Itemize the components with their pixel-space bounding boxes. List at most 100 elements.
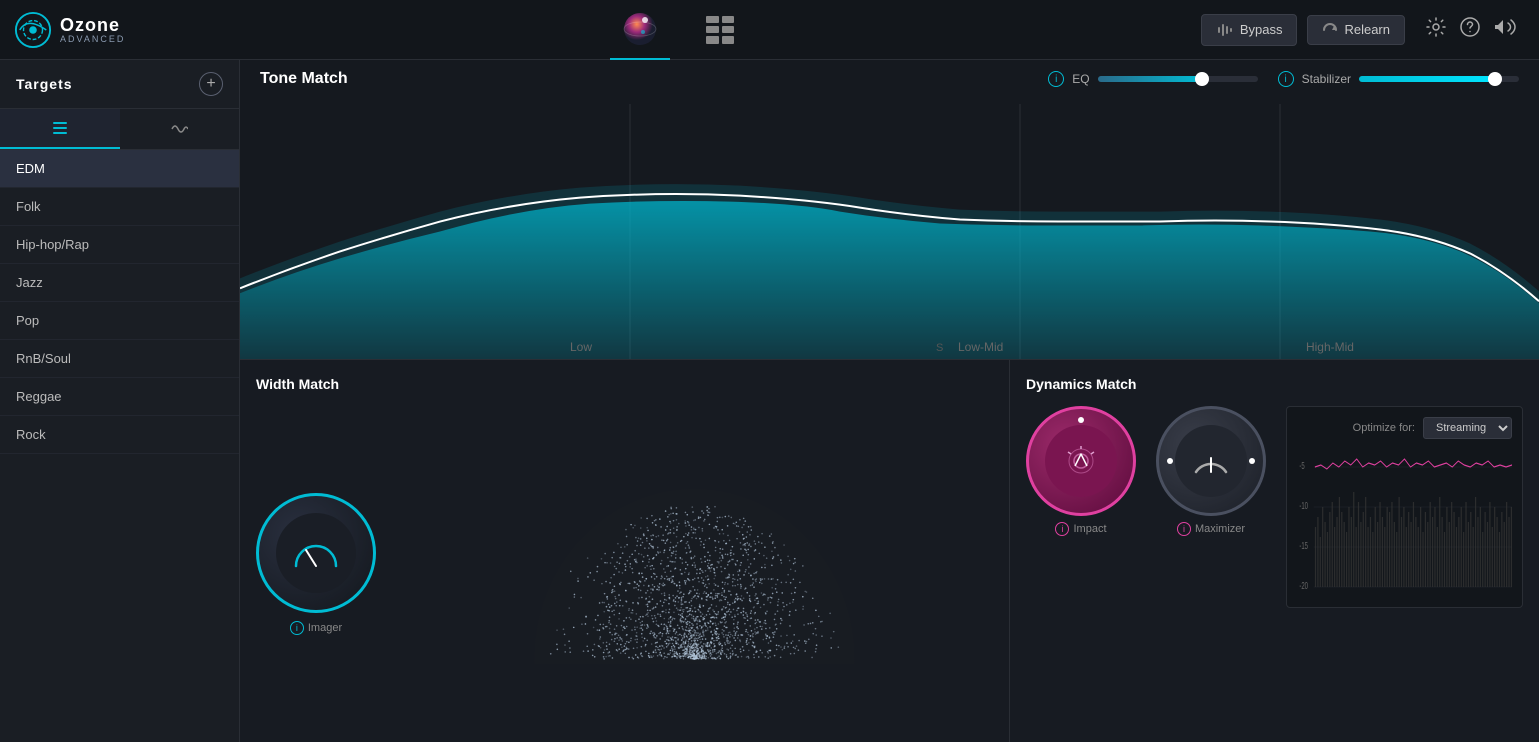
imager-info-icon[interactable]: i	[290, 621, 304, 635]
width-match-title: Width Match	[256, 376, 993, 392]
eq-control-group: i EQ	[1048, 71, 1257, 87]
tone-match-controls: i EQ i Stabilizer	[1048, 71, 1519, 87]
sidebar-item-pop[interactable]: Pop	[0, 302, 239, 340]
eq-canvas: Low S Low-Mid High-Mid High	[240, 104, 1539, 359]
sidebar-tabs	[0, 109, 239, 150]
impact-knob[interactable]	[1026, 406, 1136, 516]
svg-text:-20: -20	[1299, 581, 1308, 592]
maximizer-info-icon[interactable]: i	[1177, 522, 1191, 536]
dynamics-match-title: Dynamics Match	[1026, 376, 1523, 392]
bypass-icon	[1216, 21, 1234, 39]
sphere-icon	[617, 6, 663, 52]
sidebar-header: Targets +	[0, 60, 239, 109]
header: Ozone ADVANCED	[0, 0, 1539, 60]
add-target-button[interactable]: +	[199, 72, 223, 96]
bypass-label: Bypass	[1240, 22, 1283, 37]
impact-knob-inner	[1045, 425, 1117, 497]
grid-icon	[706, 16, 734, 44]
stabilizer-slider[interactable]	[1359, 76, 1519, 82]
relearn-button[interactable]: Relearn	[1307, 15, 1405, 45]
maximizer-knob[interactable]	[1156, 406, 1266, 516]
content-area: Tone Match i EQ i Stabilizer	[240, 60, 1539, 742]
sidebar-list: EDM Folk Hip-hop/Rap Jazz Pop RnB/Soul R…	[0, 150, 239, 742]
logo-text: Ozone ADVANCED	[60, 16, 125, 44]
eq-info-icon[interactable]: i	[1048, 71, 1064, 87]
impact-label: i Impact	[1055, 522, 1106, 536]
dynamics-match-panel: Dynamics Match	[1010, 360, 1539, 742]
eq-curve-svg: Low S Low-Mid High-Mid High	[240, 104, 1539, 359]
meter-content: -5 -10 -15 -20	[1297, 447, 1512, 597]
help-icon[interactable]	[1459, 16, 1481, 44]
imager-knob[interactable]	[256, 493, 376, 613]
stabilizer-control-group: i Stabilizer	[1278, 71, 1519, 87]
dynamics-knobs: i Impact	[1026, 406, 1266, 536]
width-knob-area: i Imager	[256, 493, 376, 635]
main-layout: Targets + EDM Folk	[0, 60, 1539, 742]
stereo-viz-svg	[396, 464, 993, 664]
tone-match-title: Tone Match	[260, 70, 348, 88]
optimize-label: Optimize for:	[1353, 422, 1415, 434]
loudness-meter: Optimize for: Streaming -5 -10 -15	[1286, 406, 1523, 608]
maximizer-indicator-right	[1249, 458, 1255, 464]
ozone-logo-icon	[14, 11, 52, 49]
waveform-tab-icon	[170, 120, 188, 138]
tone-match-section: Tone Match i EQ i Stabilizer	[240, 60, 1539, 360]
audio-icon[interactable]	[1493, 16, 1519, 44]
svg-text:S: S	[936, 342, 943, 354]
maximizer-indicator-left	[1167, 458, 1173, 464]
sidebar: Targets + EDM Folk	[0, 60, 240, 742]
dynamics-section-content: i Impact	[1026, 406, 1523, 726]
master-view-btn[interactable]	[610, 0, 670, 60]
svg-text:-10: -10	[1299, 501, 1308, 512]
tone-match-header: Tone Match i EQ i Stabilizer	[240, 60, 1539, 98]
list-icon	[51, 119, 69, 137]
sidebar-item-rnbsoul[interactable]: RnB/Soul	[0, 340, 239, 378]
width-match-content: i Imager	[256, 402, 993, 726]
logo-area: Ozone ADVANCED	[0, 11, 160, 49]
optimize-select[interactable]: Streaming	[1423, 417, 1512, 439]
impact-knob-group: i Impact	[1026, 406, 1136, 536]
width-match-panel: Width Match	[240, 360, 1010, 742]
modules-view-btn[interactable]	[690, 0, 750, 60]
app-name: Ozone	[60, 16, 125, 34]
relearn-label: Relearn	[1344, 22, 1390, 37]
impact-info-icon[interactable]: i	[1055, 522, 1069, 536]
gauge-icon	[291, 538, 341, 568]
impact-knob-icon	[1061, 444, 1101, 478]
sidebar-title: Targets	[16, 76, 73, 92]
imager-label: i Imager	[290, 621, 342, 635]
maximizer-label: i Maximizer	[1177, 522, 1245, 536]
header-action-icons	[1425, 16, 1519, 44]
optimize-header: Optimize for: Streaming	[1297, 417, 1512, 439]
bottom-panels: Width Match	[240, 360, 1539, 742]
relearn-icon	[1322, 22, 1338, 38]
stereo-visualizer	[396, 464, 993, 664]
maximizer-knob-icon	[1191, 444, 1231, 478]
imager-knob-inner	[276, 513, 356, 593]
maximizer-knob-inner	[1175, 425, 1247, 497]
svg-text:-15: -15	[1299, 541, 1308, 552]
svg-text:Low: Low	[570, 340, 592, 354]
bypass-button[interactable]: Bypass	[1201, 14, 1298, 46]
header-right: Bypass Relearn	[1201, 14, 1539, 46]
sidebar-item-hiphop[interactable]: Hip-hop/Rap	[0, 226, 239, 264]
sidebar-item-edm[interactable]: EDM	[0, 150, 239, 188]
svg-text:Low-Mid: Low-Mid	[958, 340, 1003, 354]
tab-waveform[interactable]	[120, 109, 240, 149]
sidebar-item-rock[interactable]: Rock	[0, 416, 239, 454]
svg-text:-5: -5	[1299, 461, 1305, 472]
settings-icon[interactable]	[1425, 16, 1447, 44]
eq-label: EQ	[1072, 72, 1089, 86]
stabilizer-label: Stabilizer	[1302, 72, 1351, 86]
maximizer-knob-group: i Maximizer	[1156, 406, 1266, 536]
tab-list[interactable]	[0, 109, 120, 149]
eq-slider[interactable]	[1098, 76, 1258, 82]
header-center	[160, 0, 1201, 60]
sidebar-item-folk[interactable]: Folk	[0, 188, 239, 226]
impact-indicator	[1078, 417, 1084, 423]
stabilizer-info-icon[interactable]: i	[1278, 71, 1294, 87]
sidebar-item-reggae[interactable]: Reggae	[0, 378, 239, 416]
app-subtitle: ADVANCED	[60, 34, 125, 44]
sidebar-item-jazz[interactable]: Jazz	[0, 264, 239, 302]
svg-text:High-Mid: High-Mid	[1306, 340, 1354, 354]
